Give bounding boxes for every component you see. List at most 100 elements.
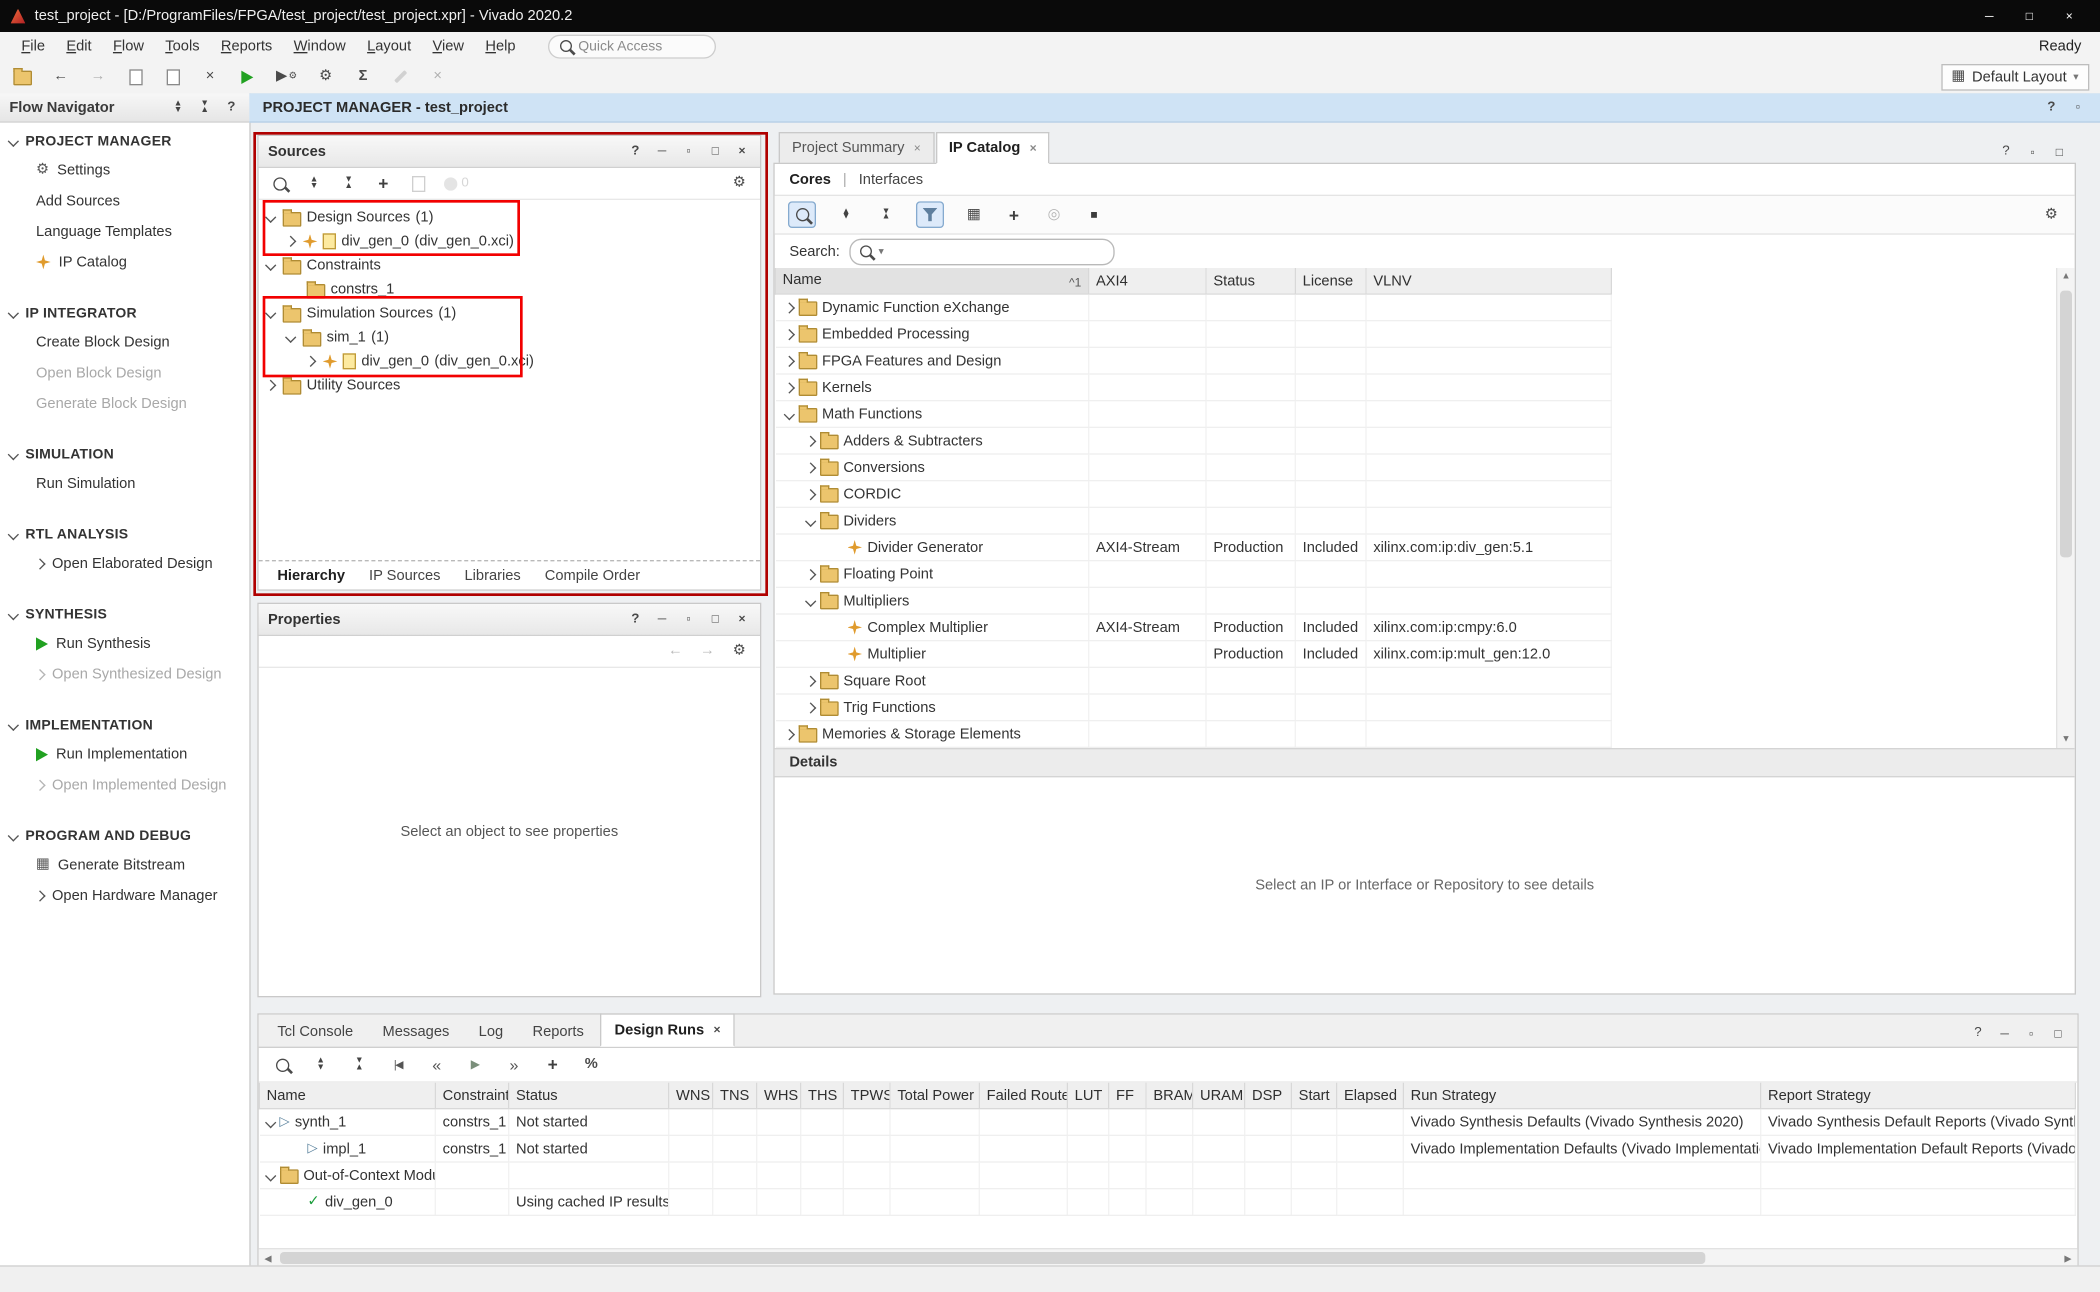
menu-window[interactable]: Window <box>283 35 357 56</box>
sources-expand-all-icon[interactable]: ▼▲ <box>340 173 357 194</box>
fn-section-header-project-manager[interactable]: PROJECT MANAGER <box>0 127 249 155</box>
runs-expand-all-icon[interactable]: ▼▲ <box>351 1054 368 1075</box>
scroll-down-icon[interactable]: ▼ <box>2061 731 2070 748</box>
fn-item-run-simulation[interactable]: Run Simulation <box>0 468 249 499</box>
run-row-impl-1[interactable]: ▷impl_1constrs_1Not startedVivado Implem… <box>259 1135 2075 1162</box>
flow-help-icon[interactable]: ? <box>223 97 240 118</box>
ip-row-multiplier[interactable]: MultiplierProductionIncludedxilinx.com:i… <box>775 641 1611 668</box>
source-row-design-sources-0[interactable]: Design Sources(1) <box>259 205 760 229</box>
fn-item-settings[interactable]: ⚙Settings <box>0 155 249 186</box>
column-header-elapsed[interactable]: Elapsed <box>1337 1083 1404 1109</box>
banner-help-icon[interactable]: ? <box>2043 97 2060 118</box>
maximize-icon[interactable]: □ <box>2009 3 2049 30</box>
menu-tools[interactable]: Tools <box>155 35 211 56</box>
flow-expand-all-icon[interactable]: ▼▲ <box>196 97 213 118</box>
column-header-license[interactable]: License <box>1295 268 1366 294</box>
ip-row-memories-storage-elements[interactable]: Memories & Storage Elements <box>775 721 1611 748</box>
editor-help-icon[interactable]: ? <box>1997 141 2014 162</box>
sources-float-icon[interactable]: ▫ <box>680 141 697 162</box>
report-icon[interactable]: Σ <box>354 66 371 87</box>
add-sources-icon[interactable]: + <box>375 173 392 194</box>
ip-row-partial-reconfiguration[interactable]: Partial Reconfiguration <box>775 747 1611 748</box>
fn-section-header-rtl-analysis[interactable]: RTL ANALYSIS <box>0 520 249 548</box>
ip-row-divider-generator[interactable]: Divider GeneratorAXI4-StreamProductionIn… <box>775 534 1611 561</box>
sources-settings-icon[interactable]: ⚙ <box>731 173 748 194</box>
column-header-whs[interactable]: WHS <box>757 1083 801 1109</box>
ip-row-trig-functions[interactable]: Trig Functions <box>775 694 1611 721</box>
column-header-run-strategy[interactable]: Run Strategy <box>1403 1083 1760 1109</box>
column-header-constraints[interactable]: Constraints <box>435 1083 508 1109</box>
column-header-failed-routes[interactable]: Failed Routes <box>979 1083 1067 1109</box>
runs-step-forward-icon[interactable]: » <box>505 1054 522 1075</box>
close-tab-design-runs-icon[interactable]: × <box>713 1024 720 1036</box>
fn-item-language-templates[interactable]: Language Templates <box>0 216 249 247</box>
bottom-help-icon[interactable]: ? <box>1969 1023 1986 1044</box>
ip-row-math-functions[interactable]: Math Functions <box>775 401 1611 428</box>
column-header-bram[interactable]: BRAM <box>1146 1083 1193 1109</box>
source-row-simulation-sources-4[interactable]: Simulation Sources(1) <box>259 301 760 325</box>
undo-icon[interactable]: ← <box>52 66 69 87</box>
fn-section-header-program-and-debug[interactable]: PROGRAM AND DEBUG <box>0 821 249 849</box>
column-header-uram[interactable]: URAM <box>1193 1083 1245 1109</box>
source-row-constraints-2[interactable]: Constraints <box>259 253 760 277</box>
column-header-wns[interactable]: WNS <box>669 1083 713 1109</box>
tab-ip-catalog[interactable]: IP Catalog× <box>935 132 1049 164</box>
ip-expand-all-icon[interactable]: ▼▲ <box>877 204 894 225</box>
menu-layout[interactable]: Layout <box>356 35 421 56</box>
editor-float-icon[interactable]: ▫ <box>2024 141 2041 162</box>
close-tab-project-summary-icon[interactable]: × <box>914 142 921 154</box>
runs-collapse-all-icon[interactable]: ▲▼ <box>312 1054 329 1075</box>
editor-maximize-icon[interactable]: □ <box>2051 141 2068 162</box>
column-header-ths[interactable]: THS <box>801 1083 844 1109</box>
settings-icon[interactable]: ⚙ <box>317 66 334 87</box>
sources-tab-hierarchy[interactable]: Hierarchy <box>265 565 357 586</box>
ip-row-dynamic-function-exchange[interactable]: Dynamic Function eXchange <box>775 294 1611 321</box>
column-header-name[interactable]: Name <box>259 1083 435 1109</box>
scroll-up-icon[interactable]: ▲ <box>2061 268 2070 285</box>
fn-item-run-implementation[interactable]: Run Implementation <box>0 739 249 770</box>
fn-item-open-hardware-manager[interactable]: Open Hardware Manager <box>0 880 249 911</box>
runs-create-run-icon[interactable]: + <box>544 1054 561 1075</box>
fn-section-header-implementation[interactable]: IMPLEMENTATION <box>0 711 249 739</box>
ip-catalog-settings-icon[interactable]: ⚙ <box>2043 204 2060 225</box>
paste-icon[interactable] <box>164 66 181 87</box>
sources-collapse-all-icon[interactable]: ▲▼ <box>305 173 322 194</box>
ip-stop-icon[interactable]: ■ <box>1085 204 1102 225</box>
source-row-utility-sources-7[interactable]: Utility Sources <box>259 373 760 397</box>
fn-section-header-ip-integrator[interactable]: IP INTEGRATOR <box>0 299 249 327</box>
fn-section-header-synthesis[interactable]: SYNTHESIS <box>0 600 249 628</box>
ip-row-floating-point[interactable]: Floating Point <box>775 561 1611 588</box>
fn-item-ip-catalog[interactable]: IP Catalog <box>0 247 249 278</box>
sources-tab-compile-order[interactable]: Compile Order <box>533 565 652 586</box>
vertical-scrollbar[interactable]: ▲ ▼ <box>2056 268 2075 748</box>
source-row-constrs-1-3[interactable]: constrs_1 <box>259 277 760 301</box>
column-header-vlnv[interactable]: VLNV <box>1366 268 1611 294</box>
fn-item-add-sources[interactable]: Add Sources <box>0 185 249 216</box>
ip-collapse-all-icon[interactable]: ▲▼ <box>837 204 854 225</box>
sources-tab-libraries[interactable]: Libraries <box>452 565 532 586</box>
properties-settings-icon[interactable]: ⚙ <box>731 641 748 662</box>
ip-row-complex-multiplier[interactable]: Complex MultiplierAXI4-StreamProductionI… <box>775 614 1611 641</box>
minimize-icon[interactable]: ─ <box>1969 3 2009 30</box>
column-header-name[interactable]: Name^1 <box>775 268 1088 294</box>
sources-search-icon[interactable] <box>271 173 288 194</box>
bottom-minimize-icon[interactable]: ─ <box>1996 1023 2013 1044</box>
sources-maximize-icon[interactable]: □ <box>707 141 724 162</box>
close-icon[interactable]: × <box>2049 3 2089 30</box>
properties-maximize-icon[interactable]: □ <box>707 609 724 630</box>
column-header-report-strategy[interactable]: Report Strategy <box>1761 1083 2076 1109</box>
menu-view[interactable]: View <box>422 35 475 56</box>
properties-close-icon[interactable]: × <box>733 609 750 630</box>
ip-row-conversions[interactable]: Conversions <box>775 454 1611 481</box>
ip-row-cordic[interactable]: CORDIC <box>775 481 1611 508</box>
sources-tab-ip-sources[interactable]: IP Sources <box>357 565 452 586</box>
run-settings-icon[interactable]: ▶⚙ <box>276 66 297 87</box>
menu-edit[interactable]: Edit <box>56 35 103 56</box>
bottom-tab-messages[interactable]: Messages <box>369 1016 463 1047</box>
scrollbar-thumb[interactable] <box>280 1252 1705 1264</box>
runs-launch-icon[interactable]: ▶ <box>467 1054 484 1075</box>
bottom-tab-tcl-console[interactable]: Tcl Console <box>264 1016 366 1047</box>
ip-row-square-root[interactable]: Square Root <box>775 667 1611 694</box>
scroll-right-icon[interactable]: ▶ <box>2059 1253 2078 1264</box>
runs-go-to-start-icon[interactable]: |◀ <box>389 1054 406 1075</box>
